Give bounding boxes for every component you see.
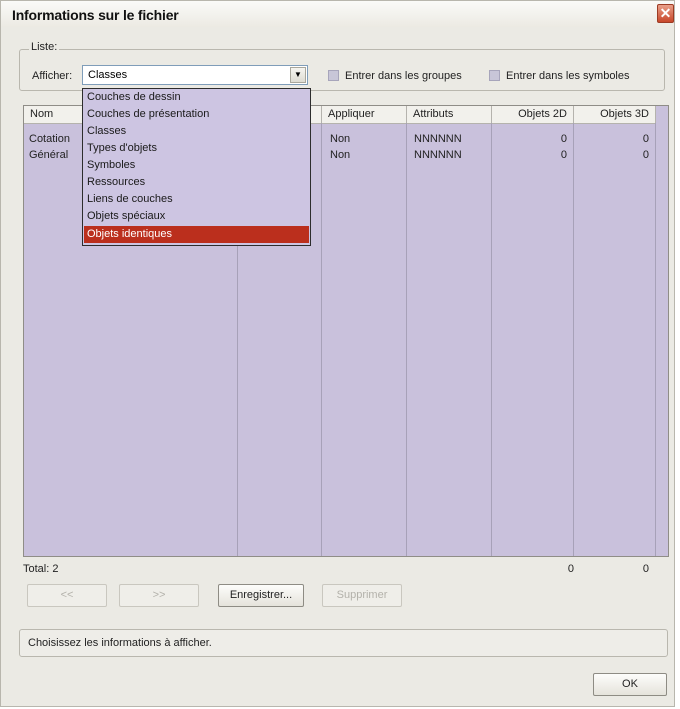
previous-button[interactable]: << — [27, 584, 107, 607]
column-header-objets-3d[interactable]: Objets 3D — [574, 106, 656, 123]
column-divider — [406, 123, 407, 556]
enter-symbols-checkbox[interactable] — [489, 70, 500, 81]
title-bar: Informations sur le fichier ✕ — [1, 1, 674, 27]
total-objets-2d: 0 — [567, 563, 574, 575]
close-icon[interactable]: ✕ — [657, 4, 674, 23]
cell-objets-2d: 0 — [560, 133, 567, 145]
dropdown-option[interactable]: Classes — [84, 123, 309, 140]
dropdown-option[interactable]: Couches de dessin — [84, 89, 309, 106]
cell-objets-2d: 0 — [560, 149, 567, 161]
status-bar: Choisissez les informations à afficher. — [19, 629, 668, 657]
total-count: Total: 2 — [23, 563, 59, 575]
delete-button[interactable]: Supprimer — [322, 584, 402, 607]
afficher-select-value: Classes — [88, 69, 128, 81]
dropdown-option[interactable]: Liens de couches — [84, 191, 309, 208]
dropdown-option[interactable]: Types d'objets — [84, 140, 309, 157]
chevron-down-icon[interactable]: ▼ — [290, 67, 306, 83]
column-divider — [655, 123, 656, 556]
enter-groups-checkbox[interactable] — [328, 70, 339, 81]
liste-label: Liste: — [29, 41, 60, 53]
afficher-label: Afficher: — [32, 70, 73, 82]
afficher-dropdown-list[interactable]: Couches de dessin Couches de présentatio… — [82, 88, 311, 246]
cell-appliquer: Non — [330, 149, 351, 161]
cell-objets-3d: 0 — [642, 149, 649, 161]
column-header-appliquer[interactable]: Appliquer — [322, 106, 407, 123]
save-button[interactable]: Enregistrer... — [218, 584, 304, 607]
dropdown-option[interactable]: Ressources — [84, 174, 309, 191]
status-text: Choisissez les informations à afficher. — [28, 637, 212, 649]
total-objets-3d: 0 — [642, 563, 649, 575]
column-divider — [491, 123, 492, 556]
column-divider — [573, 123, 574, 556]
dropdown-option-selected[interactable]: Objets identiques — [84, 226, 309, 243]
dropdown-option[interactable]: Symboles — [84, 157, 309, 174]
enter-symbols-label: Entrer dans les symboles — [506, 70, 630, 82]
dialog-title: Informations sur le fichier — [12, 7, 179, 23]
dropdown-option[interactable]: Objets spéciaux — [84, 208, 309, 225]
file-info-dialog: Informations sur le fichier ✕ Liste: Aff… — [0, 0, 675, 707]
cell-attributs: NNNNNN — [414, 133, 462, 145]
afficher-select[interactable]: Classes ▼ — [82, 65, 308, 85]
column-header-attributs[interactable]: Attributs — [407, 106, 492, 123]
cell-appliquer: Non — [330, 133, 351, 145]
cell-objets-3d: 0 — [642, 133, 649, 145]
cell-attributs: NNNNNN — [414, 149, 462, 161]
column-divider — [321, 123, 322, 556]
ok-button[interactable]: OK — [593, 673, 667, 696]
next-button[interactable]: >> — [119, 584, 199, 607]
column-header-objets-2d[interactable]: Objets 2D — [492, 106, 574, 123]
enter-groups-label: Entrer dans les groupes — [345, 70, 462, 82]
dropdown-option[interactable]: Couches de présentation — [84, 106, 309, 123]
